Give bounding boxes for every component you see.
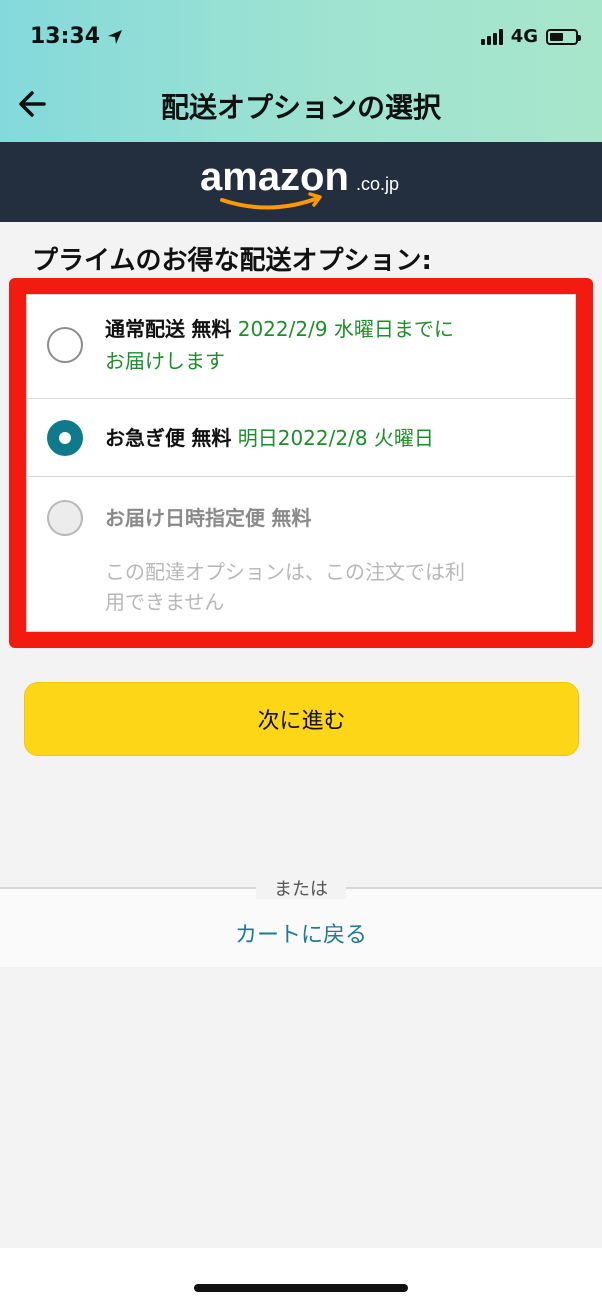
option-express-text: お急ぎ便 無料 明日2022/2/8 火曜日	[105, 422, 555, 454]
status-time: 13:34	[30, 24, 124, 49]
svg-text:amazon: amazon	[200, 155, 349, 199]
option-name: お届け日時指定便	[105, 506, 265, 530]
option-standard-shipping[interactable]: 通常配送 無料 2022/2/9 水曜日までに お届けします	[27, 295, 575, 399]
radio-standard-shipping[interactable]	[47, 327, 83, 363]
status-time-text: 13:34	[30, 24, 101, 49]
location-arrow-icon	[108, 29, 123, 44]
option-name: 通常配送	[105, 317, 185, 341]
amazon-logo: amazon .co.jp	[200, 155, 399, 210]
network-label: 4G	[510, 26, 538, 47]
radio-scheduled-shipping	[47, 500, 83, 536]
next-button[interactable]: 次に進む	[24, 682, 579, 756]
option-date-cont: お届けします	[105, 349, 225, 373]
brand-bar: amazon .co.jp	[0, 142, 602, 222]
option-scheduled-text: お届け日時指定便 無料	[105, 502, 555, 534]
option-price: 無料	[191, 426, 232, 450]
back-to-cart-link[interactable]: カートに戻る	[0, 917, 602, 949]
signal-icon	[480, 28, 503, 45]
svg-text:.co.jp: .co.jp	[356, 174, 399, 194]
radio-express-shipping[interactable]	[47, 420, 83, 456]
option-scheduled-shipping: お届け日時指定便 無料 この配達オプションは、この注文では利 用できません	[27, 477, 575, 631]
home-indicator[interactable]	[194, 1284, 408, 1292]
option-date: 明日2022/2/8 火曜日	[237, 426, 434, 450]
option-name: お急ぎ便	[105, 426, 185, 450]
section-heading: プライムのお得な配送オプション:	[32, 246, 432, 276]
bottom-area	[0, 1248, 602, 1304]
battery-icon	[546, 28, 581, 45]
option-date: 2022/2/9 水曜日までに	[237, 317, 454, 341]
top-bar: 13:34 4G 配送オプションの選択	[0, 0, 602, 142]
option-price: 無料	[271, 506, 312, 530]
shipping-options-list: 通常配送 無料 2022/2/9 水曜日までに お届けします お急ぎ便 無料 明…	[26, 294, 576, 632]
or-label: または	[256, 875, 346, 900]
option-express-shipping[interactable]: お急ぎ便 無料 明日2022/2/8 火曜日	[27, 399, 575, 477]
option-standard-text: 通常配送 無料 2022/2/9 水曜日までに お届けします	[105, 313, 555, 377]
option-unavailable-note: この配達オプションは、この注文では利 用できません	[105, 560, 465, 614]
page-title: 配送オプションの選択	[160, 91, 441, 124]
option-price: 無料	[191, 317, 232, 341]
status-indicators: 4G	[480, 26, 581, 47]
